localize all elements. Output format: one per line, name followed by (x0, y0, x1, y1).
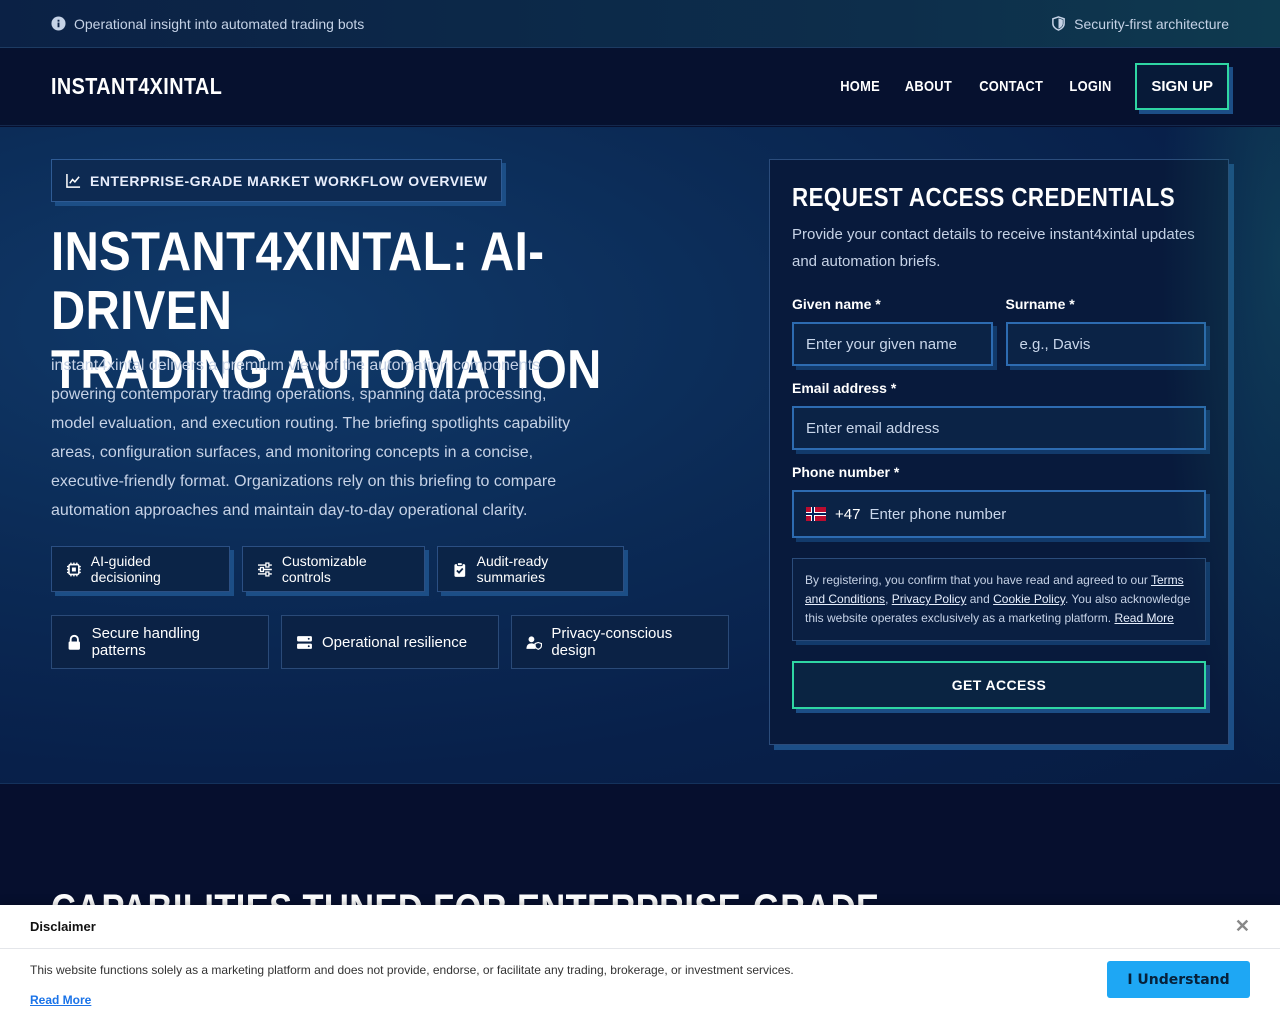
disclaimer-body: This website functions solely as a marke… (0, 949, 1280, 1021)
chart-line-icon (66, 173, 81, 188)
surname-group: Surname * (1005, 296, 1206, 366)
form-subtitle: Provide your contact details to receive … (792, 226, 1195, 270)
hero-description: instant4xintal delivers a premium view o… (51, 357, 571, 519)
chip-privacy-conscious-design: Privacy-conscious design (511, 615, 729, 669)
chip-audit-ready-summaries: Audit-ready summaries (437, 546, 624, 592)
info-icon (51, 16, 66, 31)
disclaimer-header: Disclaimer ✕ (0, 905, 1280, 949)
nav-link-contact[interactable]: CONTACT (979, 78, 1043, 95)
server-icon (297, 635, 312, 649)
surname-label: Surname * (1005, 296, 1075, 312)
chip-label: Customizable controls (281, 553, 367, 585)
disclaimer-title: Disclaimer (30, 919, 96, 934)
top-info-bar: Operational insight into automated tradi… (0, 0, 1280, 48)
shield-icon (1052, 16, 1066, 31)
phone-label: Phone number * (792, 464, 900, 480)
i-understand-button[interactable]: I Understand (1107, 961, 1250, 998)
sliders-icon (257, 561, 272, 577)
terms-read-more-link[interactable]: Read More (1114, 611, 1173, 625)
access-request-form: REQUEST ACCESS CREDENTIALS Provide your … (769, 159, 1229, 745)
hero-badge: ENTERPRISE-GRADE MARKET WORKFLOW OVERVIE… (51, 159, 503, 202)
chip-secure-handling-patterns: Secure handling patterns (51, 615, 269, 669)
chip-customizable-controls: Customizable controls (242, 546, 425, 592)
topbar-right: Security-first architecture (1051, 16, 1229, 32)
hero-section: ENTERPRISE-GRADE MARKET WORKFLOW OVERVIE… (0, 127, 1280, 784)
topbar-left: Operational insight into automated tradi… (51, 16, 364, 32)
given-name-label: Given name * (792, 296, 881, 312)
disclaimer-read-more-link[interactable]: Read More (30, 993, 91, 1007)
phone-group: Phone number * +47 (792, 464, 1206, 538)
hero-badge-label: ENTERPRISE-GRADE MARKET WORKFLOW OVERVIE… (90, 172, 488, 189)
norway-flag-icon[interactable] (806, 507, 826, 521)
name-row: Given name * Surname * (792, 296, 1206, 366)
topbar-left-text: Operational insight into automated tradi… (74, 15, 365, 32)
chip-label: Operational resilience (322, 633, 468, 651)
signup-button[interactable]: SIGN UP (1135, 63, 1229, 110)
chip-ai-guided-decisioning: AI-guided decisioning (51, 546, 230, 592)
clipboard-check-icon (454, 561, 466, 577)
phone-country-code[interactable]: +47 (835, 506, 860, 523)
chip-label: Audit-ready summaries (476, 553, 549, 585)
terms-and: and (966, 592, 994, 606)
nav-menu: HOME ABOUT CONTACT LOGIN SIGN UP (837, 63, 1229, 110)
terms-notice: By registering, you confirm that you hav… (792, 558, 1206, 641)
given-name-group: Given name * (792, 296, 993, 366)
hero-title-line1: INSTANT4XINTAL: AI-DRIVEN (51, 220, 545, 341)
phone-field: +47 (792, 490, 1206, 538)
email-input[interactable] (792, 406, 1206, 450)
chip-label: AI-guided decisioning (90, 553, 161, 585)
site-logo[interactable]: INSTANT4XINTAL (51, 73, 222, 100)
close-icon[interactable]: ✕ (1235, 916, 1250, 937)
surname-input[interactable] (1005, 322, 1206, 366)
nav-link-login[interactable]: LOGIN (1070, 78, 1112, 95)
chip-label: Privacy-conscious design (551, 625, 673, 659)
privacy-policy-link[interactable]: Privacy Policy (892, 592, 967, 606)
disclaimer-text: This website functions solely as a marke… (30, 963, 794, 977)
main-navigation: INSTANT4XINTAL HOME ABOUT CONTACT LOGIN … (0, 48, 1280, 126)
user-shield-icon (526, 635, 543, 650)
chip-label: Secure handling patterns (91, 625, 200, 659)
given-name-input[interactable] (792, 322, 993, 366)
chip-operational-resilience: Operational resilience (281, 615, 499, 669)
disclaimer-banner: Disclaimer ✕ This website functions sole… (0, 905, 1280, 1024)
chip-icon (66, 562, 81, 576)
phone-input[interactable] (869, 505, 1192, 523)
nav-link-home[interactable]: HOME (840, 78, 880, 95)
email-label: Email address * (792, 380, 897, 396)
nav-link-about[interactable]: ABOUT (905, 78, 952, 95)
topbar-right-text: Security-first architecture (1074, 15, 1229, 32)
email-group: Email address * (792, 380, 1206, 450)
cookie-policy-link[interactable]: Cookie Policy (993, 592, 1065, 606)
get-access-button[interactable]: GET ACCESS (792, 661, 1206, 709)
form-title: REQUEST ACCESS CREDENTIALS (792, 182, 1176, 212)
lock-icon (68, 634, 80, 650)
terms-prefix: By registering, you confirm that you hav… (805, 573, 1151, 587)
